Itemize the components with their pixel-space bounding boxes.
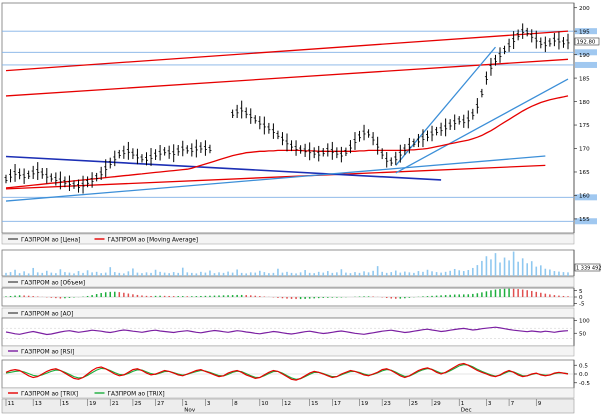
x-tick-label: 15 — [311, 401, 319, 407]
price-y-tick-label: 155 — [579, 217, 590, 223]
trix-y-tick-label: 0.5 — [579, 363, 588, 369]
price-panel: 200 195 190 185 180 175 170 165 160 155 192.80 ГАЗП… — [1, 2, 600, 245]
price-y-tick-label: 160 — [579, 194, 590, 200]
chart_data.2-legend-bar — [1, 307, 575, 319]
x-tick-label: 1 — [461, 401, 465, 407]
price-frame — [1, 2, 575, 234]
ao-y-tick-label: 0 — [579, 295, 583, 301]
ao-y-tick-label: 5 — [579, 289, 583, 295]
price-y-tick-label: 180 — [579, 100, 590, 106]
x-tick-label: 15 — [62, 401, 70, 407]
chart_data.2-legend-label: ГАЗПРОМ ао [AO] — [21, 312, 73, 318]
chart_data.0-legend-bar — [1, 233, 575, 245]
ao-panel: 50-5 ГАЗПРОМ ао [AO] — [1, 287, 585, 319]
x-tick-label: 8 — [234, 401, 238, 407]
x-tick-label: 27 — [157, 401, 165, 407]
x-tick-label: 11 — [8, 401, 16, 407]
chart_data.0-legend-label: ГАЗПРОМ ао [Цена] — [21, 238, 80, 244]
rsi-y-tick-label: 50 — [579, 331, 587, 337]
volume-panel: 1 339 492 ГАЗПРОМ ао [Объем] — [1, 249, 601, 288]
trix-y-tick-label: -0.5 — [579, 381, 590, 387]
price-y-tick-label: 170 — [579, 147, 590, 153]
chart_data.3-legend-label: ГАЗПРОМ ао [RSI] — [21, 350, 74, 356]
chart_data.0-legend-label: ГАЗПРОМ ао [Moving Average] — [108, 238, 199, 244]
x-month-label: Dec — [461, 408, 472, 414]
price-y-tick-label: 195 — [579, 29, 590, 35]
x-tick-label: 19 — [361, 401, 369, 407]
rsi-panel: 100 50 ГАЗПРОМ ао [RSI] — [1, 317, 590, 357]
x-axis: 11 13 15 19 21 25 27 1 3 8 10 12 15 17 19 23 25 29 1 3 7 9Nov… — [1, 398, 575, 414]
price-y-tick-label: 190 — [579, 53, 590, 59]
chart-canvas: 200195190185180175170165160155192.80ГАЗП… — [1, 2, 601, 414]
x-tick-label: 10 — [261, 401, 269, 407]
x-tick-label: 17 — [334, 401, 342, 407]
chart_data.1-legend-label: ГАЗПРОМ ао [Объем] — [21, 281, 85, 287]
level-price-tag — [575, 61, 597, 68]
chart_data.4-legend-label: ГАЗПРОМ ао [TRIX] — [108, 392, 165, 398]
chart_data.4-legend-bar — [1, 387, 575, 399]
price-y-tick-label: 165 — [579, 170, 590, 176]
price-y-tick-label: 185 — [579, 76, 590, 82]
x-tick-label: 23 — [384, 401, 392, 407]
price-y-tick-label: 200 — [579, 6, 590, 12]
rsi-y-tick-label: 100 — [579, 319, 590, 325]
chart_data.4-legend-label: ГАЗПРОМ ао [TRIX] — [21, 392, 78, 398]
x-tick-label: 13 — [35, 401, 43, 407]
x-tick-label: 3 — [488, 401, 492, 407]
price-y-tick-label: 175 — [579, 123, 590, 129]
trix-panel: 0.5 0.0 -0.5 ГАЗПРОМ ао [TRIX] ГАЗПРОМ ао [T… — [1, 359, 590, 399]
chart_data.3-legend-bar — [1, 345, 575, 357]
chart_data.1-legend-bar — [1, 276, 575, 288]
x-tick-label: 21 — [112, 401, 120, 407]
x-month-label: Nov — [184, 408, 196, 414]
x-tick-label: 7 — [511, 401, 515, 407]
x-tick-label: 3 — [207, 401, 211, 407]
x-tick-label: 9 — [538, 401, 542, 407]
x-tick-label: 25 — [411, 401, 419, 407]
x-tick-label: 19 — [89, 401, 97, 407]
ao-y-tick-label: -5 — [579, 302, 585, 308]
last-price-label: 192.80 — [577, 40, 596, 46]
x-tick-label: 25 — [134, 401, 142, 407]
x-tick-label: 1 — [184, 401, 188, 407]
x-tick-label: 12 — [284, 401, 291, 407]
volume-value-label: 1 339 492 — [576, 266, 601, 272]
x-tick-label: 29 — [434, 401, 442, 407]
rsi-frame — [1, 317, 575, 347]
trix-y-tick-label: 0.0 — [579, 372, 588, 378]
